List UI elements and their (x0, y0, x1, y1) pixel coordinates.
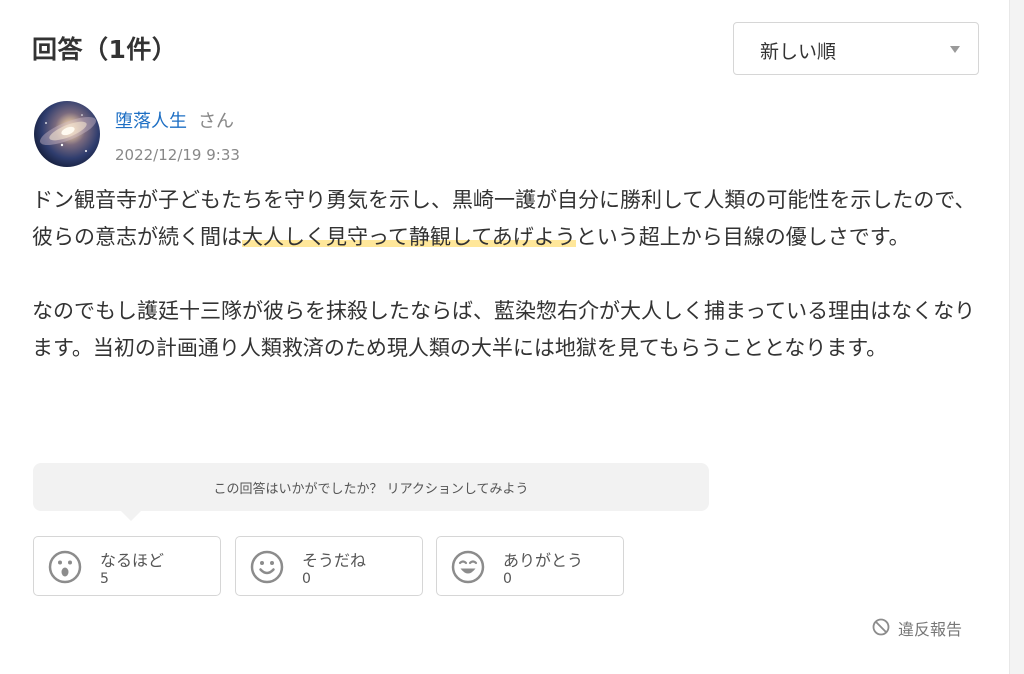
paragraph-1-text-after: という超上から目線の優しさです。 (575, 225, 910, 249)
reaction-prompt-bubble: この回答はいかがでしたか？ リアクションしてみよう (33, 463, 709, 521)
answer-paragraph-2: なのでもし護廷十三隊が彼らを抹殺したならば、藍染惣右介が大人しく捕まっている理由… (32, 299, 976, 360)
answer-body: ドン観音寺が子どもたちを守り勇気を示し、黒崎一護が自分に勝利して人類の可能性を示… (32, 182, 982, 367)
sort-selected-value: 新しい順 (760, 41, 837, 63)
ban-icon (872, 618, 890, 636)
report-label: 違反報告 (898, 620, 963, 639)
reaction-count: 0 (503, 571, 512, 587)
reaction-button-naruhodo[interactable]: なるほど 5 (33, 536, 221, 596)
author-name-link[interactable]: 堕落人生 (115, 107, 187, 133)
reaction-label: なるほど (100, 551, 165, 570)
reaction-button-arigatou[interactable]: ありがとう 0 (436, 536, 624, 596)
reaction-count: 5 (100, 571, 109, 587)
galaxy-icon (39, 114, 97, 152)
reaction-button-soudane[interactable]: そうだね 0 (235, 536, 423, 596)
highlighted-text: 大人しく見守って静観してあげよう (242, 225, 576, 249)
sort-select[interactable]: 新しい順 (733, 22, 979, 75)
smile-face-icon (250, 550, 284, 584)
author-honorific: さん (198, 111, 234, 132)
answers-heading: 回答（1件） (32, 35, 178, 64)
grin-face-icon (451, 550, 485, 584)
answer-paragraph-1: ドン観音寺が子どもたちを守り勇気を示し、黒崎一護が自分に勝利して人類の可能性を示… (32, 182, 982, 256)
reaction-prompt-text: この回答はいかがでしたか？ リアクションしてみよう (213, 482, 529, 497)
reaction-count: 0 (302, 571, 311, 587)
surprised-face-icon (48, 550, 82, 584)
page-scrollbar[interactable] (1009, 0, 1024, 674)
post-timestamp: 2022/12/19 9:33 (115, 146, 240, 164)
chevron-down-icon (950, 46, 960, 53)
avatar[interactable] (34, 101, 100, 167)
reaction-label: ありがとう (503, 551, 584, 570)
reaction-label: そうだね (302, 551, 367, 570)
